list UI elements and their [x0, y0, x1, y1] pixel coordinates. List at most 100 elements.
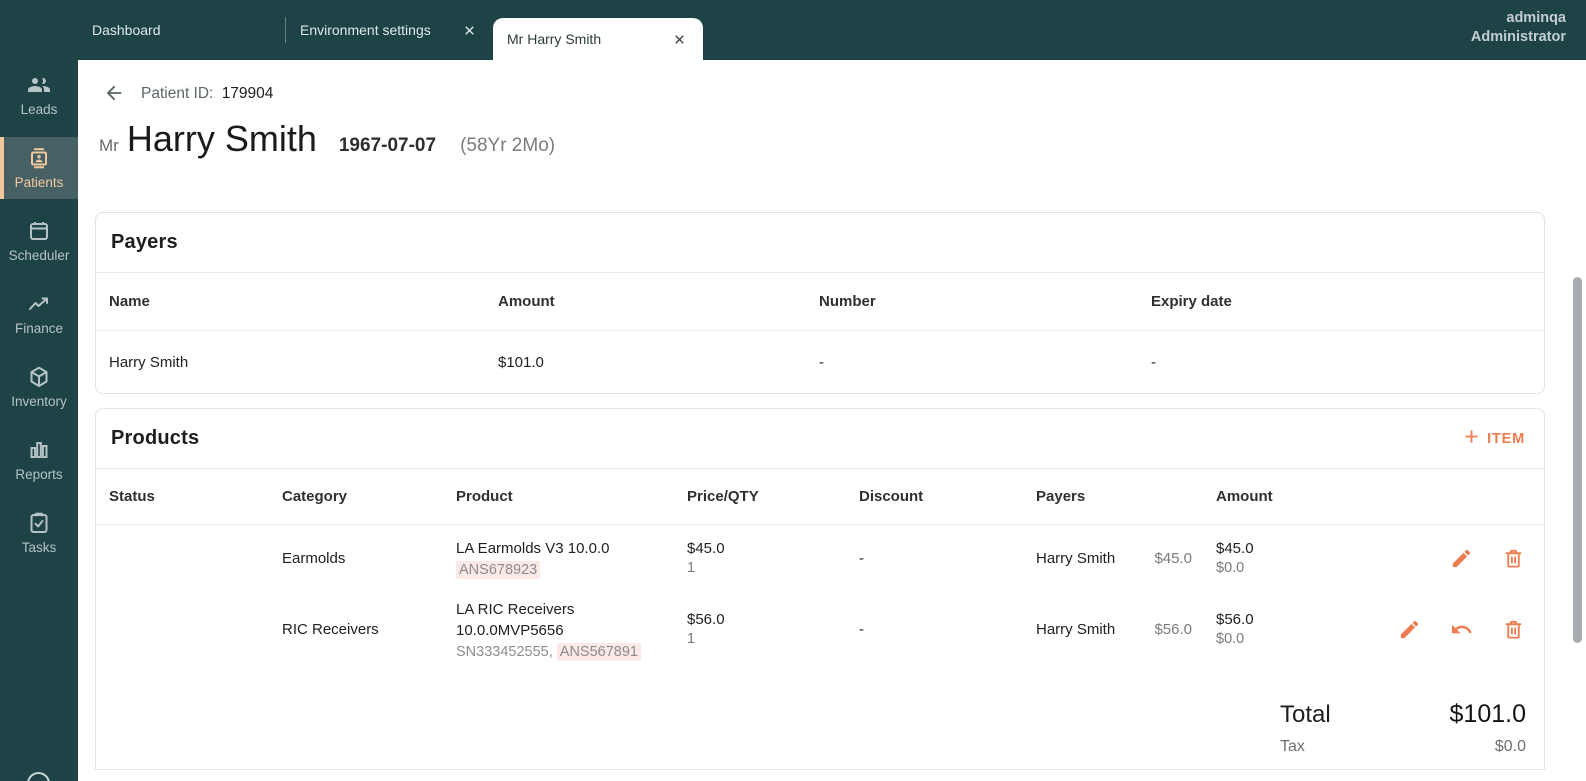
close-icon[interactable] [672, 32, 687, 47]
close-icon[interactable] [462, 23, 477, 38]
product-payer-name: Harry Smith [1036, 549, 1116, 567]
total-label: Total [1280, 701, 1331, 728]
sidebar-item-inventory[interactable]: Inventory [0, 356, 78, 418]
edit-icon[interactable] [1398, 618, 1421, 641]
tab-label: Mr Harry Smith [507, 31, 602, 47]
tab-environment-settings[interactable]: Environment settings [286, 0, 493, 60]
column-header-category: Category [282, 488, 348, 505]
column-header-expiry-date: Expiry date [1151, 293, 1232, 310]
column-header-payers: Payers [1036, 488, 1086, 505]
product-amount: $45.0 [1216, 540, 1254, 557]
products-table-header: Status Category Product Price/QTY Discou… [96, 469, 1544, 525]
patient-id-line: Patient ID: 179904 [141, 85, 273, 103]
delete-icon[interactable] [1502, 547, 1525, 570]
plus-icon [1463, 428, 1480, 449]
sidebar-item-label: Tasks [21, 540, 57, 555]
patient-age: (58Yr 2Mo) [460, 135, 556, 156]
product-amount-tax: $0.0 [1216, 560, 1245, 576]
undo-icon[interactable] [1450, 618, 1473, 641]
sidebar-item-patients[interactable]: Patients [0, 137, 78, 199]
sidebar-item-leads[interactable]: Leads [0, 64, 78, 126]
total-value: $101.0 [1449, 700, 1526, 728]
product-row[interactable]: RIC Receivers LA RIC Receivers 10.0.0MVP… [96, 591, 1544, 667]
people-icon [27, 73, 51, 97]
product-category: RIC Receivers [282, 620, 379, 638]
sidebar-item-label: Reports [15, 467, 63, 482]
top-bar: Dashboard Environment settings Mr Harry … [0, 0, 1586, 60]
cube-icon [27, 365, 51, 389]
column-header-price-qty: Price/QTY [687, 488, 759, 505]
row-actions [1373, 618, 1544, 641]
payer-name: Harry Smith [109, 353, 189, 371]
serial-highlight: ANS567891 [556, 642, 641, 661]
sidebar-item-scheduler[interactable]: Scheduler [0, 210, 78, 272]
total-row: Total $101.0 [1280, 700, 1526, 729]
tab-mr-harry-smith[interactable]: Mr Harry Smith [493, 18, 703, 60]
column-header-status: Status [109, 488, 155, 505]
sidebar-item-reports[interactable]: Reports [0, 429, 78, 491]
tax-value: $0.0 [1494, 738, 1526, 755]
calendar-icon [27, 219, 51, 243]
product-name: LA RIC Receivers 10.0.0MVP5656 [456, 600, 575, 639]
sidebar-item-finance[interactable]: Finance [0, 283, 78, 345]
product-payers-cell: Harry Smith $56.0 [1036, 621, 1216, 638]
patient-salutation: Mr [99, 136, 119, 155]
row-actions [1373, 547, 1544, 570]
product-row[interactable]: Earmolds LA Earmolds V3 10.0.0 ANS678923… [96, 525, 1544, 591]
product-serials: SN333452555, ANS567891 [456, 642, 671, 661]
patient-name-row: Mr Harry Smith 1967-07-07 (58Yr 2Mo) [99, 118, 555, 160]
serial-plain: SN333452555, [456, 643, 553, 660]
product-payer-amount: $56.0 [1154, 620, 1192, 638]
products-card-header: Products ITEM [96, 409, 1544, 469]
column-header-name: Name [109, 293, 150, 310]
price-qty-cell: $45.0 1 [687, 540, 859, 576]
sidebar-bottom-icon[interactable] [27, 772, 50, 781]
delete-icon[interactable] [1502, 618, 1525, 641]
product-cell: LA Earmolds V3 10.0.0 ANS678923 [456, 538, 687, 579]
product-payers-cell: Harry Smith $45.0 [1036, 550, 1216, 567]
sidebar-item-label: Scheduler [8, 248, 70, 263]
product-name: LA Earmolds V3 10.0.0 [456, 540, 610, 557]
column-header-product: Product [456, 488, 513, 505]
clipboard-check-icon [27, 511, 51, 535]
product-cell: LA RIC Receivers 10.0.0MVP5656 SN3334525… [456, 599, 687, 661]
product-discount: - [859, 549, 864, 567]
trend-chart-icon [27, 292, 51, 316]
product-qty: 1 [687, 631, 696, 647]
sidebar-item-label: Inventory [11, 394, 67, 409]
tab-label: Dashboard [92, 22, 161, 38]
products-title: Products [111, 427, 200, 449]
product-discount: - [859, 620, 864, 638]
payer-expiry: - [1151, 353, 1156, 371]
tab-dashboard[interactable]: Dashboard [78, 0, 285, 60]
patient-id-label: Patient ID: [141, 85, 214, 102]
patient-dob: 1967-07-07 [338, 135, 437, 156]
product-amount-tax: $0.0 [1216, 631, 1245, 647]
user-role: Administrator [1470, 29, 1566, 45]
user-info[interactable]: adminqa Administrator [1471, 9, 1566, 47]
back-arrow-icon[interactable] [103, 82, 125, 104]
column-header-amount: Amount [1216, 488, 1273, 505]
product-qty: 1 [687, 560, 696, 576]
amount-cell: $45.0 $0.0 [1216, 540, 1373, 576]
edit-icon[interactable] [1450, 547, 1473, 570]
payers-card-header: Payers [96, 213, 1544, 273]
payer-number: - [819, 353, 824, 371]
sidebar-nav: Leads Patients Scheduler Finance Invento… [0, 0, 78, 781]
payers-table-row[interactable]: Harry Smith $101.0 - - [96, 331, 1544, 393]
product-category: Earmolds [282, 549, 346, 567]
patient-name: Harry Smith [126, 118, 317, 159]
add-item-label: ITEM [1487, 430, 1525, 447]
product-amount: $56.0 [1216, 611, 1254, 628]
add-item-button[interactable]: ITEM [1459, 422, 1529, 455]
bar-chart-icon [27, 438, 51, 462]
tab-strip: Dashboard Environment settings Mr Harry … [78, 0, 703, 60]
totals-block: Total $101.0 Tax $0.0 [1280, 700, 1526, 756]
payer-amount: $101.0 [498, 353, 544, 371]
sidebar-item-tasks[interactable]: Tasks [0, 502, 78, 564]
vertical-scrollbar[interactable] [1573, 277, 1582, 643]
product-payer-name: Harry Smith [1036, 620, 1116, 638]
contact-card-icon [27, 146, 51, 170]
payers-table-header: Name Amount Number Expiry date [96, 273, 1544, 331]
payers-card: Payers Name Amount Number Expiry date Ha… [95, 212, 1545, 394]
